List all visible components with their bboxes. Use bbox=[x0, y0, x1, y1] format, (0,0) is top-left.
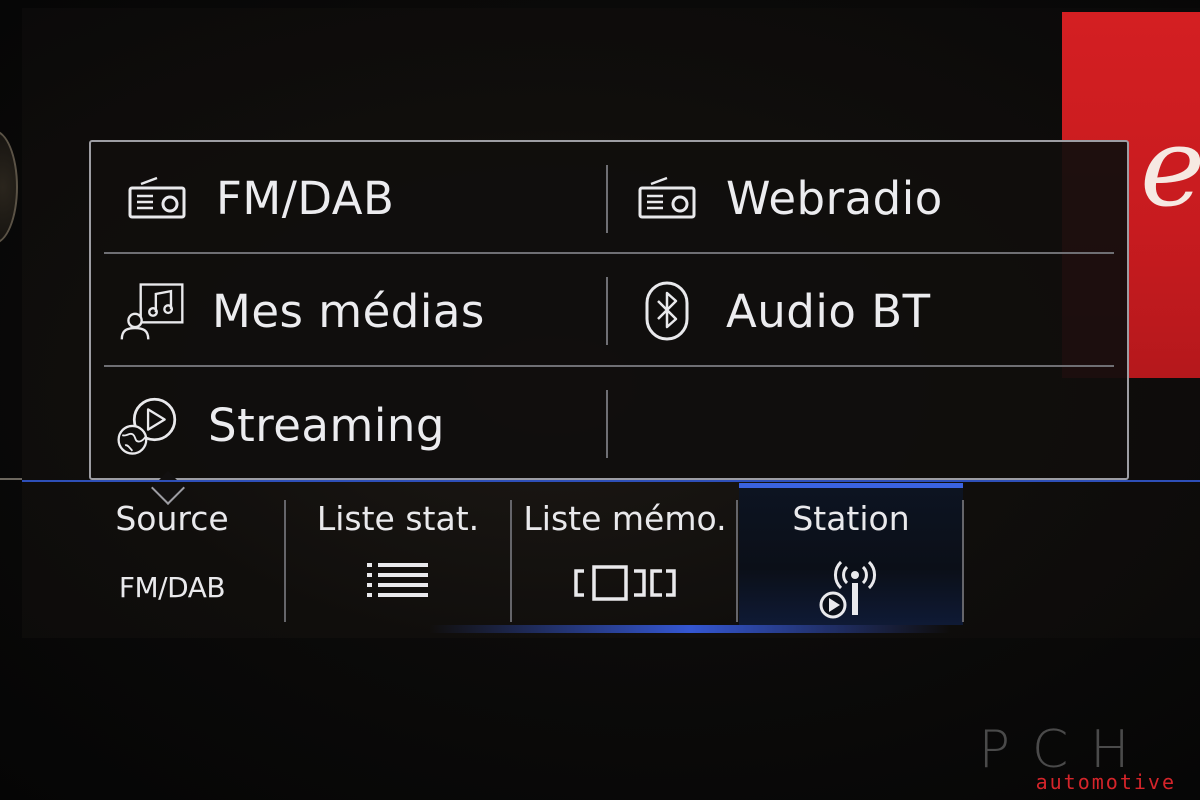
bottom-glow bbox=[430, 625, 950, 633]
tab-title: Liste stat. bbox=[316, 499, 480, 538]
station-antenna-icon bbox=[739, 557, 963, 621]
tab-divider bbox=[736, 500, 738, 622]
bluetooth-icon bbox=[632, 281, 702, 341]
radio-icon bbox=[122, 168, 192, 228]
tab-title: Source bbox=[115, 499, 229, 538]
source-menu-column-divider bbox=[606, 277, 608, 345]
tab-station[interactable]: Station bbox=[739, 485, 963, 625]
watermark-logo: PCH automotive bbox=[940, 720, 1190, 794]
tab-bar-top-line bbox=[22, 480, 1200, 482]
streaming-icon bbox=[114, 395, 184, 455]
tab-title: Liste mémo. bbox=[523, 499, 727, 538]
source-menu-column-divider bbox=[606, 390, 608, 458]
tab-station-list[interactable]: Liste stat. bbox=[286, 485, 510, 625]
list-icon bbox=[286, 557, 510, 609]
source-streaming[interactable]: Streaming bbox=[114, 375, 445, 475]
cover-art-lettering: e bbox=[1140, 103, 1200, 231]
tab-source[interactable]: Source FM/DAB bbox=[62, 485, 282, 625]
tab-divider bbox=[962, 500, 964, 622]
webradio-icon bbox=[632, 168, 702, 228]
source-webradio[interactable]: Webradio bbox=[632, 148, 943, 248]
source-fm-dab[interactable]: FM/DAB bbox=[122, 148, 394, 248]
source-label: Streaming bbox=[208, 398, 445, 452]
source-menu-divider bbox=[104, 252, 1114, 254]
my-media-icon bbox=[118, 281, 188, 341]
bezel-edge-line bbox=[0, 478, 22, 480]
source-label: Webradio bbox=[726, 171, 943, 225]
tab-current-source: FM/DAB bbox=[118, 571, 226, 604]
source-my-media[interactable]: Mes médias bbox=[118, 261, 485, 361]
tab-preset-list[interactable]: Liste mémo. bbox=[512, 485, 738, 625]
presets-icon bbox=[512, 557, 738, 609]
source-label: Mes médias bbox=[212, 284, 485, 338]
watermark-tagline: automotive bbox=[1035, 770, 1176, 794]
source-label: FM/DAB bbox=[216, 171, 395, 225]
source-menu-divider bbox=[104, 365, 1114, 367]
source-label: Audio BT bbox=[726, 284, 931, 338]
source-audio-bt[interactable]: Audio BT bbox=[632, 261, 931, 361]
tab-title: Station bbox=[792, 499, 910, 538]
source-menu-column-divider bbox=[606, 165, 608, 233]
